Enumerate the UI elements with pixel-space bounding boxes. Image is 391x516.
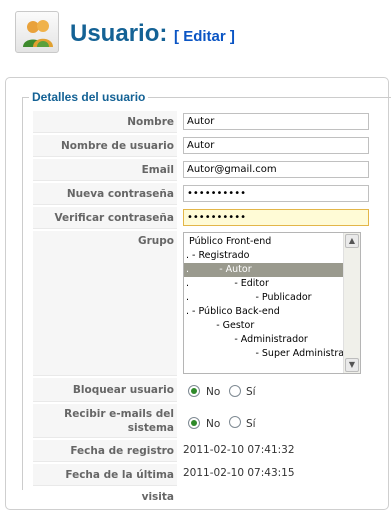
receive-emails-no-label: No (206, 418, 221, 430)
username-input[interactable]: Autor (183, 137, 369, 154)
last-visit-value: 2011-02-10 07:43:15 (183, 467, 295, 479)
group-option[interactable]: - Administrador (184, 333, 344, 347)
group-option[interactable]: . - Registrado (184, 249, 344, 263)
email-label: Email (33, 159, 177, 181)
group-option[interactable]: Público Front-end (184, 235, 344, 249)
group-scrollbar[interactable]: ▲ ▼ (343, 233, 360, 373)
new-password-label: Nueva contraseña (33, 183, 177, 205)
block-user-label: Bloquear usuario (33, 378, 177, 402)
group-option[interactable]: . - Editor (184, 277, 344, 291)
last-visit-label: Fecha de la última visita (33, 464, 177, 503)
block-user-yes-label: Sí (246, 386, 256, 398)
new-password-input[interactable]: •••••••••• (183, 185, 369, 202)
scroll-up-icon[interactable]: ▲ (345, 234, 359, 248)
name-label: Nombre (33, 111, 177, 133)
username-label: Nombre de usuario (33, 135, 177, 157)
name-input[interactable]: Autor (183, 113, 369, 130)
fieldset-legend: Detalles del usuario (29, 90, 149, 104)
group-listbox[interactable]: Público Front-end . - Registrado . - Aut… (183, 232, 361, 374)
receive-emails-no-radio[interactable] (188, 417, 200, 429)
group-option[interactable]: . - Público Back-end (184, 305, 344, 319)
verify-password-input[interactable]: •••••••••• (183, 209, 369, 226)
block-user-yes-radio[interactable] (229, 385, 241, 397)
block-user-no-label: No (206, 386, 221, 398)
users-icon (15, 11, 59, 53)
scroll-down-icon[interactable]: ▼ (345, 358, 359, 372)
block-user-no-radio[interactable] (188, 385, 200, 397)
page-title: Usuario: [ Editar ] (70, 20, 235, 48)
edit-mode-label: [ Editar ] (174, 28, 235, 45)
group-option[interactable]: . - Publicador (184, 291, 344, 305)
register-date-label: Fecha de registro (33, 440, 177, 462)
receive-emails-yes-radio[interactable] (229, 416, 241, 428)
group-option[interactable]: - Gestor (184, 319, 344, 333)
receive-emails-label: Recibir e-mails del sistema (33, 404, 177, 438)
email-input[interactable]: Autor@gmail.com (183, 161, 369, 178)
group-option-selected[interactable]: . - Autor (184, 263, 344, 277)
page-header: Usuario: [ Editar ] (0, 0, 391, 66)
title-text: Usuario: (70, 20, 168, 47)
group-label: Grupo (33, 231, 177, 376)
group-option[interactable]: - Super Administrador (184, 347, 359, 361)
receive-emails-yes-label: Sí (246, 418, 256, 430)
register-date-value: 2011-02-10 07:41:32 (183, 444, 295, 456)
verify-password-label: Verificar contraseña (33, 207, 177, 229)
